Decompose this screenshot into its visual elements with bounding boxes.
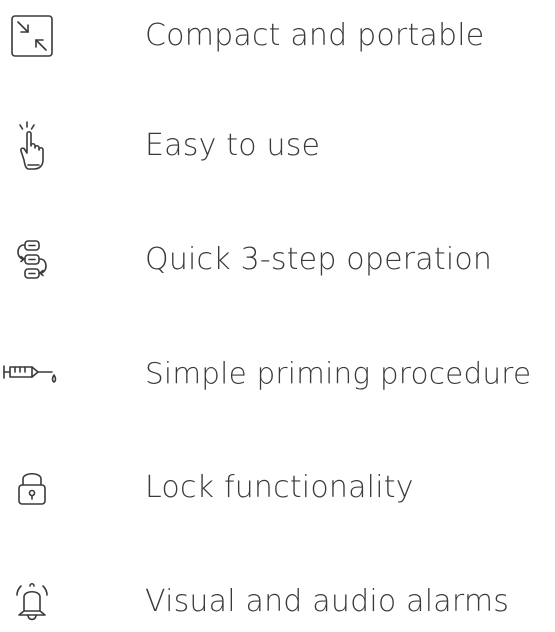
feature-label: Easy to use	[145, 128, 321, 163]
feature-label: Visual and audio alarms	[145, 584, 510, 619]
feature-simple-priming: Simple priming procedure	[0, 344, 555, 404]
feature-easy-to-use: Easy to use	[0, 116, 555, 176]
bell-icon	[4, 574, 60, 630]
feature-label: Compact and portable	[145, 18, 485, 53]
feature-label: Lock functionality	[145, 470, 414, 505]
tap-finger-icon	[4, 118, 60, 174]
resize-arrows-icon	[4, 8, 60, 64]
feature-quick-3-step: Quick 3-step operation	[0, 230, 555, 290]
lock-icon	[4, 460, 60, 516]
feature-label: Simple priming procedure	[145, 356, 532, 391]
feature-compact-portable: Compact and portable	[0, 6, 555, 66]
feature-lock: Lock functionality	[0, 458, 555, 518]
step-sequence-icon	[4, 232, 60, 288]
syringe-icon	[3, 346, 60, 402]
feature-label: Quick 3-step operation	[145, 242, 493, 277]
feature-alarms: Visual and audio alarms	[0, 572, 555, 632]
